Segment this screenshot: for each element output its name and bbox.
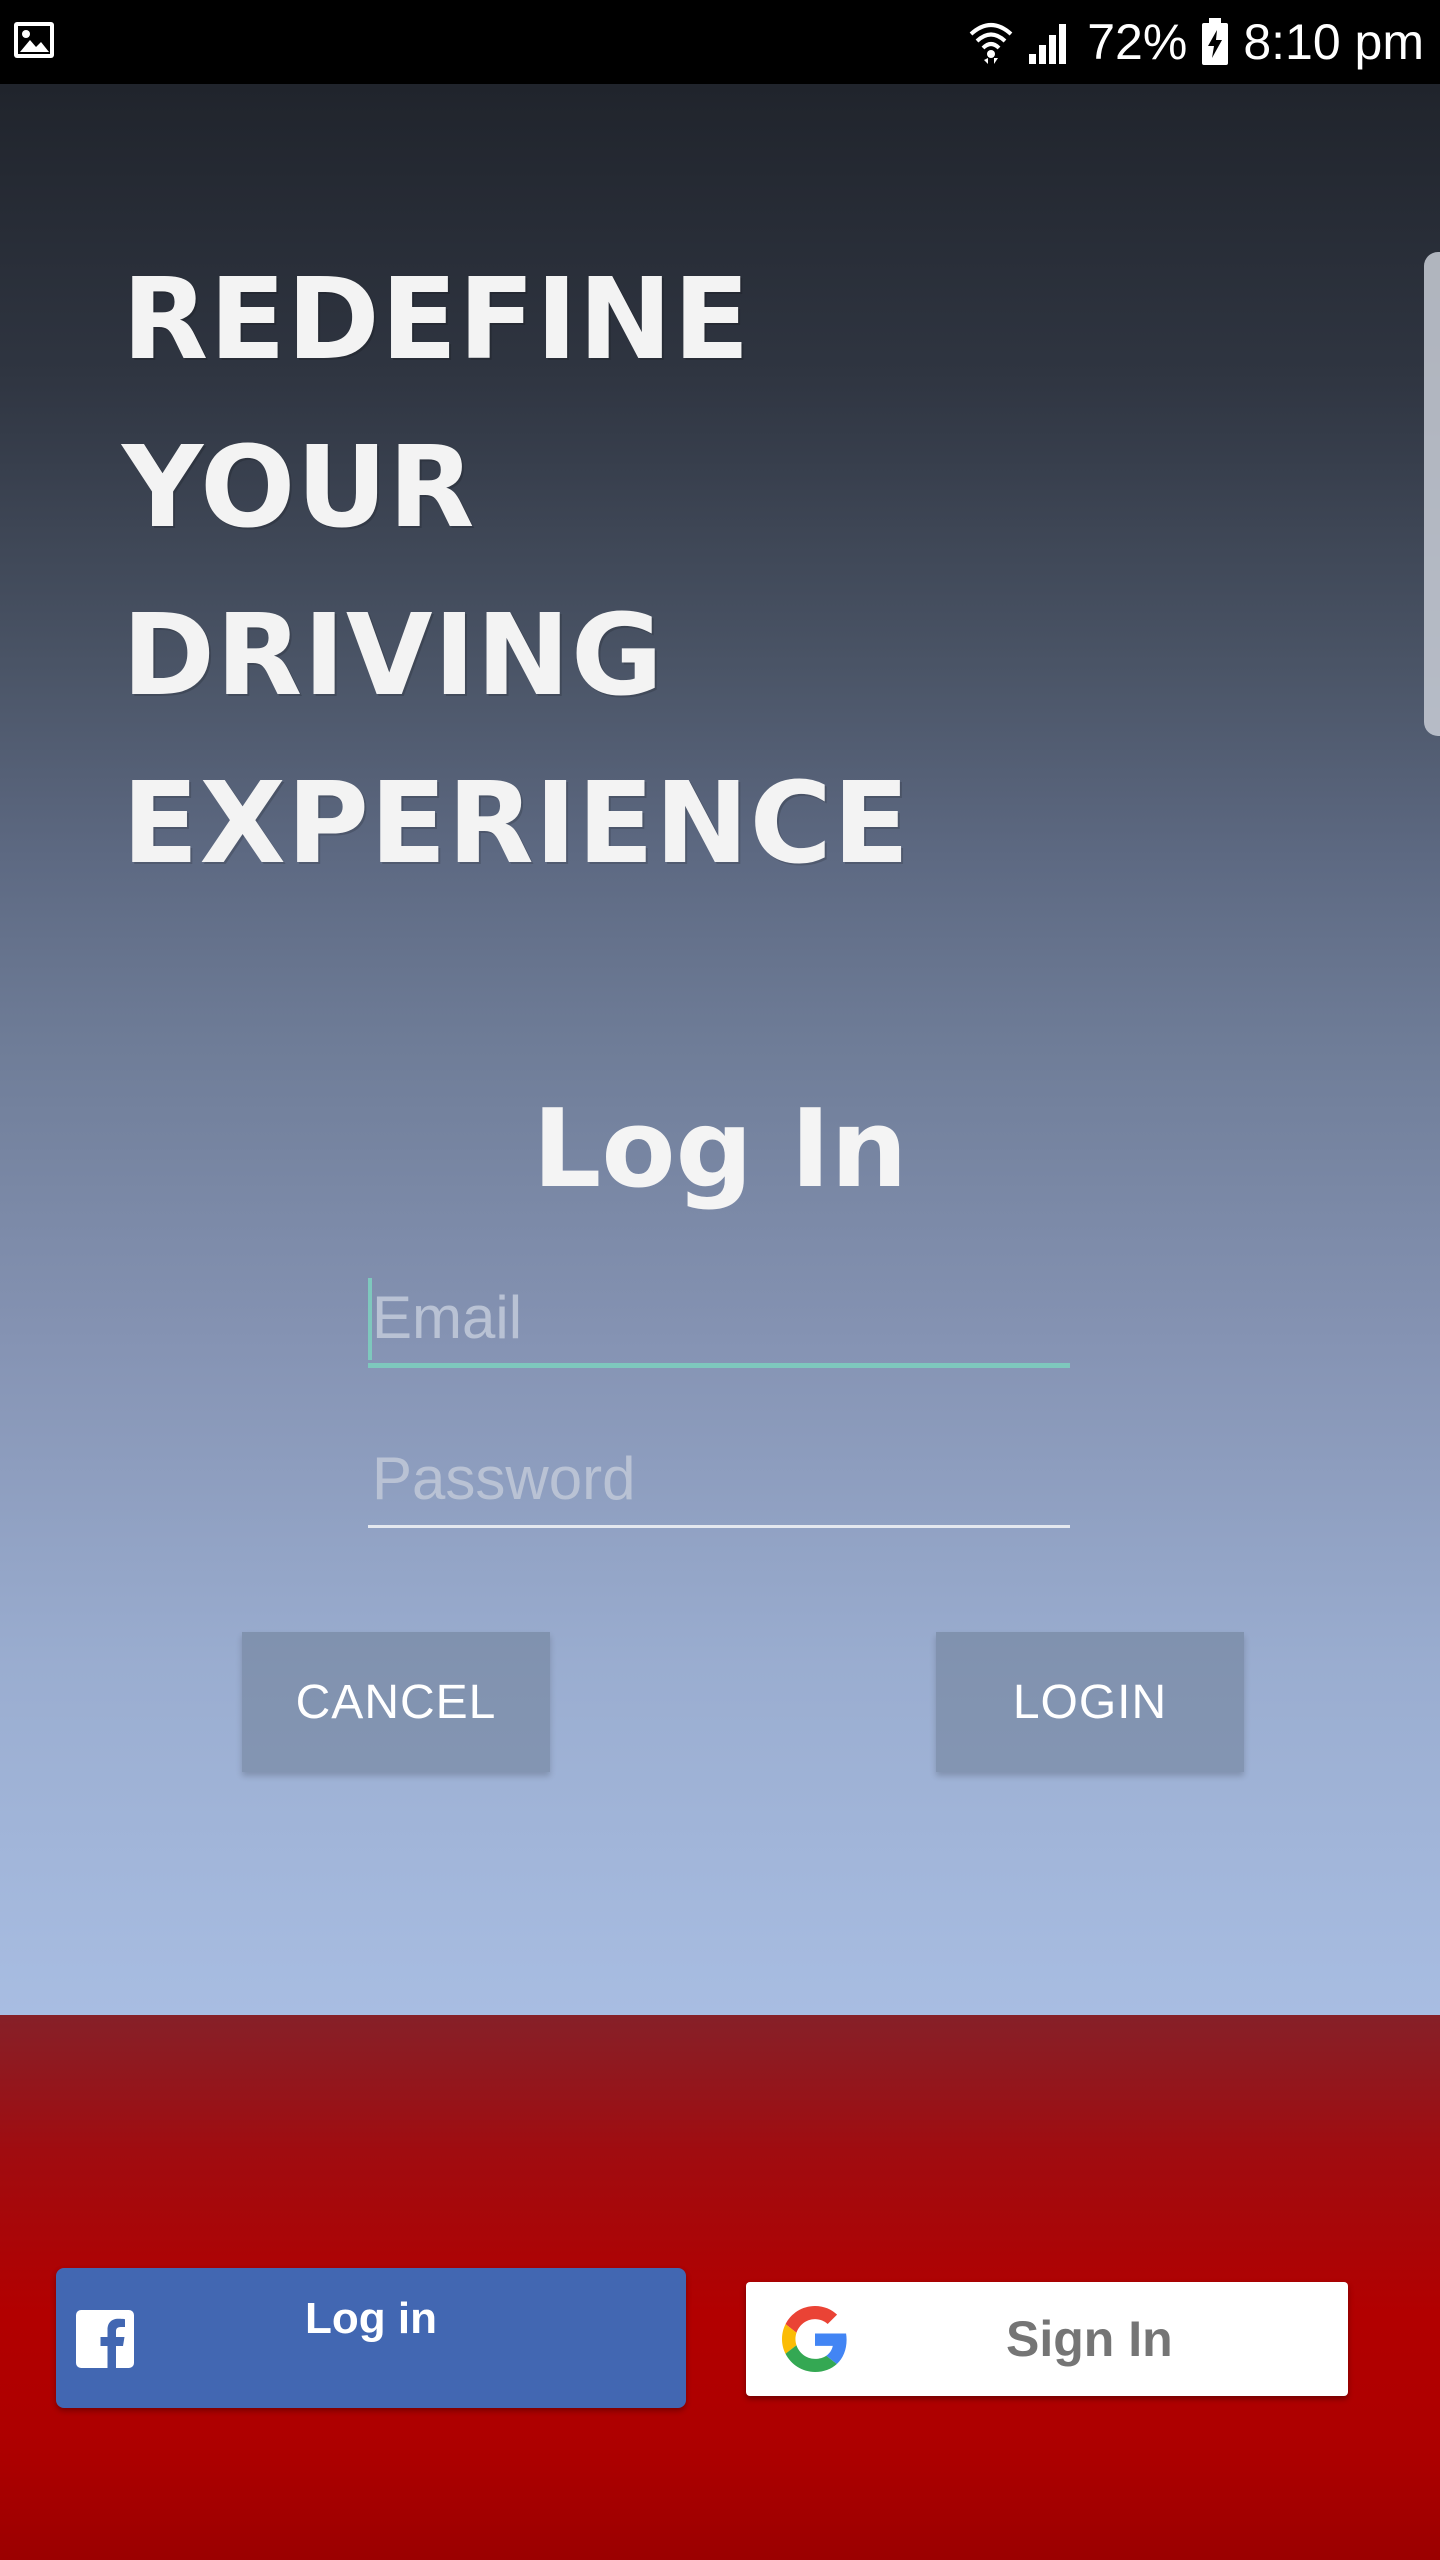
login-title: Log In <box>532 1087 908 1212</box>
text-cursor <box>368 1278 372 1360</box>
tagline-line: EXPERIENCE <box>122 759 911 889</box>
google-icon <box>782 2306 847 2372</box>
tagline-line: DRIVING <box>122 591 664 721</box>
signal-icon <box>1029 24 1067 64</box>
image-icon <box>14 22 54 58</box>
battery-charging-icon <box>1202 18 1229 65</box>
tagline-line: YOUR <box>122 423 476 553</box>
app-screen: 72% 8:10 pm REDEFINE YOUR DRIVING EXPERI… <box>0 0 1440 2560</box>
email-field[interactable] <box>368 1272 1070 1368</box>
wifi-icon <box>969 23 1013 64</box>
cancel-button[interactable]: CANCEL <box>242 1632 550 1772</box>
google-sign-in-label: Sign In <box>1006 2311 1173 2367</box>
facebook-login-label: Log in <box>305 2294 437 2343</box>
tagline: REDEFINE YOUR DRIVING EXPERIENCE <box>122 236 910 908</box>
edge-panel-handle[interactable] <box>1424 252 1440 736</box>
tagline-line: REDEFINE <box>122 255 751 385</box>
clock: 8:10 pm <box>1243 14 1424 70</box>
status-bar: 72% 8:10 pm <box>0 0 1440 84</box>
battery-percent: 72% <box>1087 14 1188 70</box>
login-button[interactable]: LOGIN <box>936 1632 1244 1772</box>
google-sign-in-button[interactable]: Sign In <box>746 2282 1348 2396</box>
facebook-login-button[interactable]: Log in <box>56 2268 686 2408</box>
password-field[interactable] <box>368 1432 1070 1528</box>
status-right-group: 72% 8:10 pm <box>969 0 1424 84</box>
